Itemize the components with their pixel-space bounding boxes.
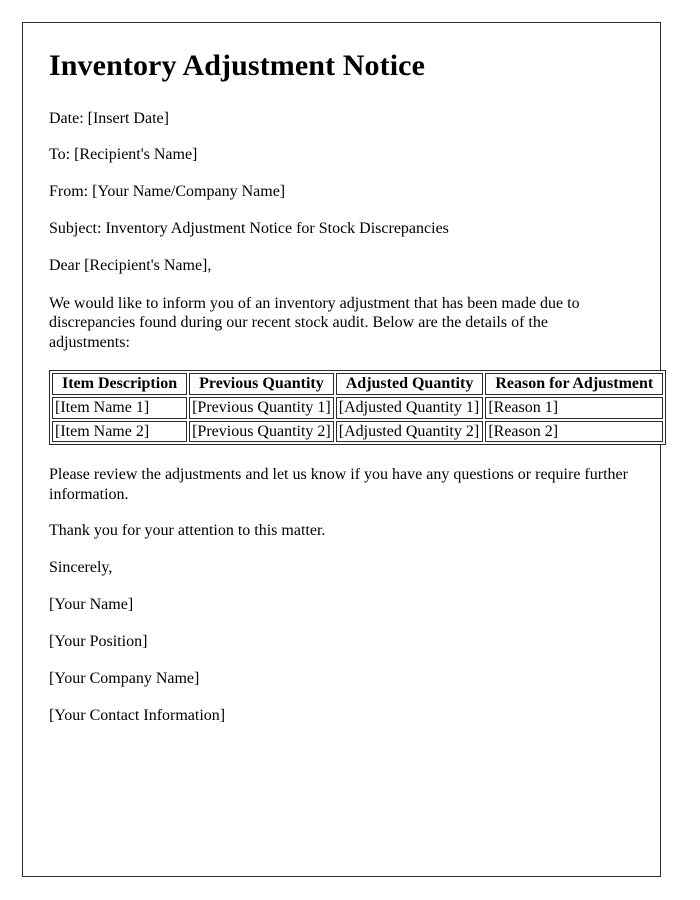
signature-block: [Your Name] [Your Position] [Your Compan… bbox=[49, 596, 628, 726]
signature-name: [Your Name] bbox=[49, 595, 134, 613]
cell-item-description: [Item Name 1] bbox=[52, 397, 188, 419]
signature-company: [Your Company Name] bbox=[49, 669, 200, 687]
field-from: From: [Your Name/Company Name] bbox=[49, 183, 286, 201]
review-paragraph: Please review the adjustments and let us… bbox=[49, 466, 628, 503]
cell-adjusted-quantity: [Adjusted Quantity 1] bbox=[335, 397, 484, 419]
cell-reason-for-adjustment: [Reason 2] bbox=[485, 420, 664, 443]
field-to: To: [Recipient's Name] bbox=[49, 146, 198, 164]
column-header-reason-for-adjustment: Reason for Adjustment bbox=[485, 373, 664, 396]
table-body: [Item Name 1] [Previous Quantity 1] [Adj… bbox=[52, 397, 664, 443]
column-header-adjusted-quantity: Adjusted Quantity bbox=[335, 373, 484, 396]
column-header-previous-quantity: Previous Quantity bbox=[189, 373, 334, 396]
sign-off: Sincerely, bbox=[49, 559, 113, 577]
field-date: Date: [Insert Date] bbox=[49, 109, 169, 127]
signature-position: [Your Position] bbox=[49, 632, 148, 650]
cell-item-description: [Item Name 2] bbox=[52, 420, 188, 443]
document-page: Inventory Adjustment Notice Date: [Inser… bbox=[22, 22, 667, 877]
thank-you-paragraph: Thank you for your attention to this mat… bbox=[49, 522, 326, 540]
field-subject: Subject: Inventory Adjustment Notice for… bbox=[49, 220, 449, 238]
salutation: Dear [Recipient's Name], bbox=[49, 257, 212, 274]
table-header-row: Item Description Previous Quantity Adjus… bbox=[52, 373, 664, 396]
document-body: Inventory Adjustment Notice Date: [Inser… bbox=[23, 23, 667, 726]
intro-paragraph: We would like to inform you of an invent… bbox=[49, 294, 580, 351]
table-row: [Item Name 1] [Previous Quantity 1] [Adj… bbox=[52, 397, 664, 419]
cell-previous-quantity: [Previous Quantity 2] bbox=[189, 420, 334, 443]
page-title: Inventory Adjustment Notice bbox=[49, 49, 426, 82]
cell-previous-quantity: [Previous Quantity 1] bbox=[189, 397, 334, 419]
table-row: [Item Name 2] [Previous Quantity 2] [Adj… bbox=[52, 420, 664, 443]
signature-contact: [Your Contact Information] bbox=[49, 706, 226, 724]
column-header-item-description: Item Description bbox=[52, 373, 188, 396]
cell-reason-for-adjustment: [Reason 1] bbox=[485, 397, 664, 419]
inventory-adjustment-table: Item Description Previous Quantity Adjus… bbox=[49, 370, 667, 446]
table-header: Item Description Previous Quantity Adjus… bbox=[52, 373, 664, 396]
cell-adjusted-quantity: [Adjusted Quantity 2] bbox=[335, 420, 484, 443]
